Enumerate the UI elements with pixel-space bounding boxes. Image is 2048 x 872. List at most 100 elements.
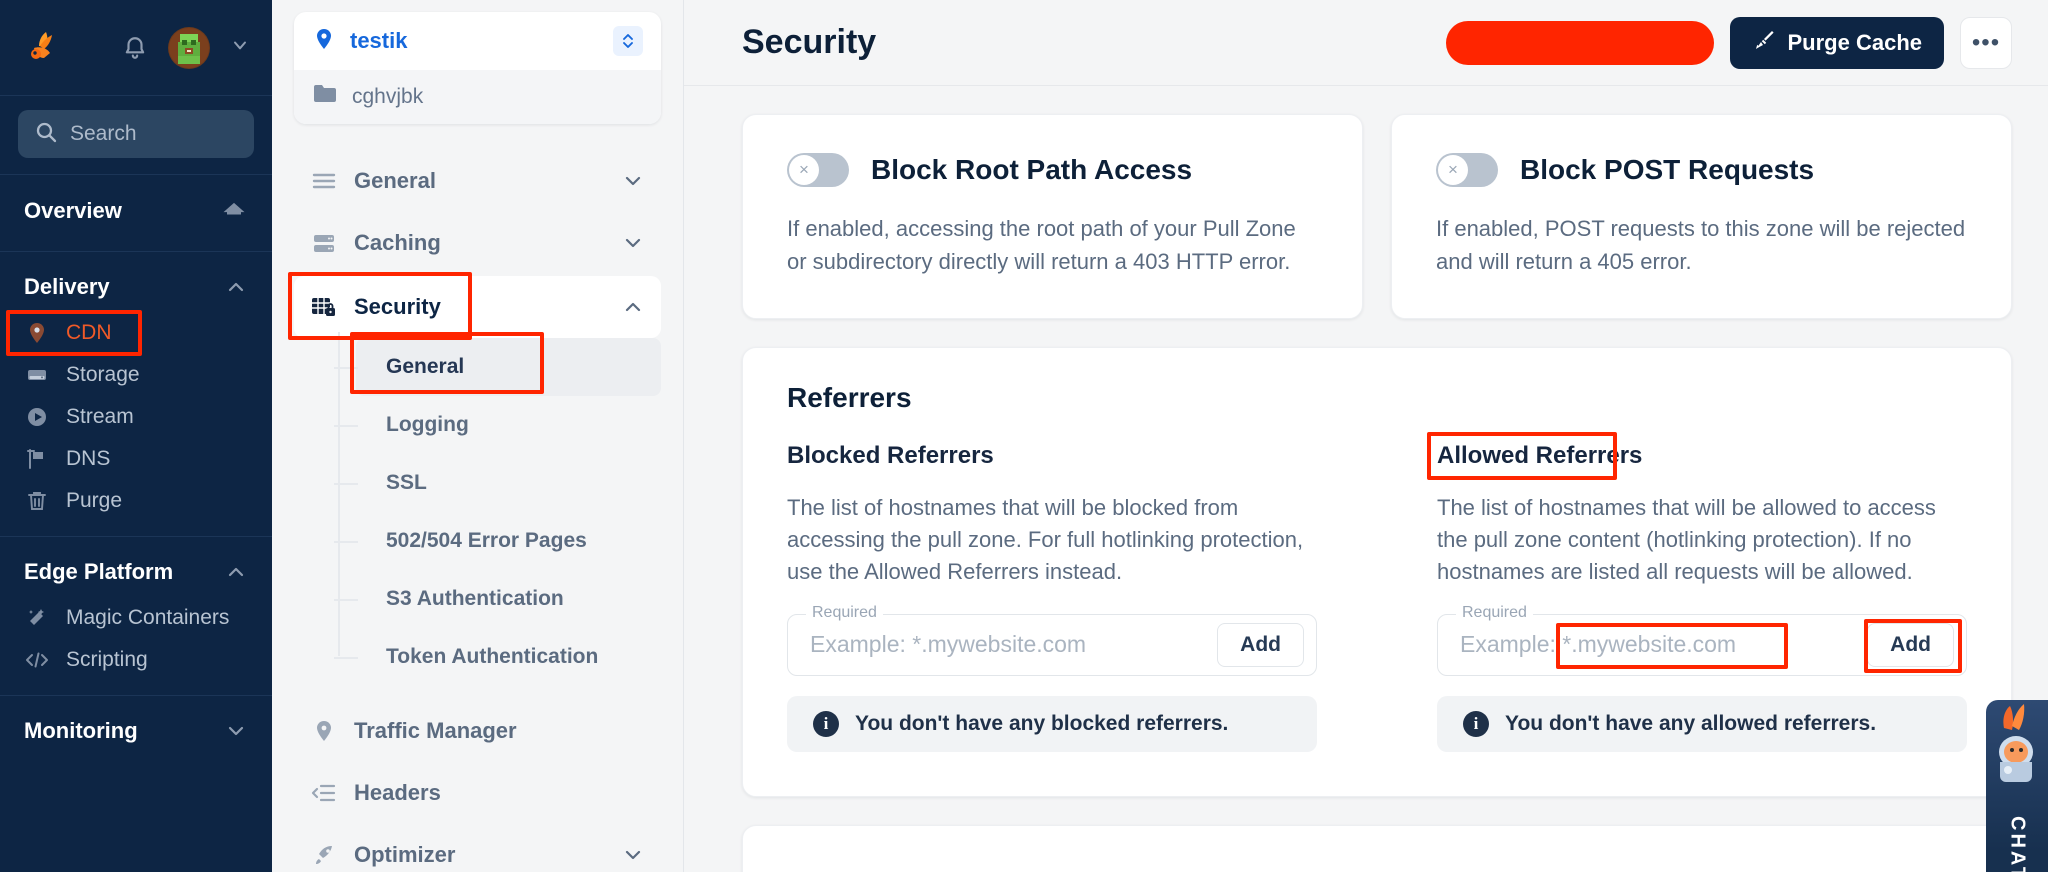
block-root-path-toggle[interactable]: × (787, 153, 849, 187)
sidebar-item-overview[interactable]: Overview (0, 183, 272, 237)
sidebar-item-stream[interactable]: Stream (0, 396, 272, 438)
account-chevron-down-icon[interactable] (230, 35, 250, 60)
blocked-referrers-column: Blocked Referrers The list of hostnames … (787, 442, 1317, 752)
chevron-down-icon[interactable] (621, 231, 645, 255)
sidebar-subitem-logging-label: Logging (386, 413, 469, 436)
sidebar-item-magic-containers[interactable]: Magic Containers (0, 597, 272, 639)
sidebar-group-monitoring-label: Monitoring (24, 718, 138, 743)
card-block-root-path: × Block Root Path Access If enabled, acc… (742, 114, 1363, 320)
sidebar-group-edge-platform[interactable]: Edge Platform (0, 545, 272, 597)
broom-icon (1752, 28, 1776, 58)
header-actions: Purge Cache ••• (1445, 16, 2012, 69)
play-circle-icon (24, 405, 50, 429)
bunny-logo[interactable] (22, 26, 66, 70)
toggle-knob: × (789, 155, 819, 185)
card-title: Block Root Path Access (871, 154, 1193, 185)
sidebar-subitem-s3-auth[interactable]: S3 Authentication (334, 570, 661, 628)
location-pin-icon (24, 321, 50, 345)
main-header: Security Purge Cache ••• (684, 0, 2048, 86)
folder-icon (312, 83, 338, 111)
nav-item-caching[interactable]: Caching (294, 212, 661, 274)
info-icon: i (813, 710, 839, 737)
bell-icon[interactable] (122, 34, 148, 62)
nav-item-general[interactable]: General (294, 150, 661, 212)
chevron-up-icon[interactable] (224, 275, 248, 299)
nav-item-headers[interactable]: Headers (294, 762, 661, 824)
nav-item-optimizer-label: Optimizer (354, 842, 456, 867)
chevron-down-icon[interactable] (224, 719, 248, 743)
chat-widget[interactable]: CHAT (1986, 700, 2048, 872)
chevron-up-icon[interactable] (224, 560, 248, 584)
sidebar-item-dns[interactable]: DNS (0, 438, 272, 480)
blocked-referrers-legend: Required (806, 603, 883, 622)
allowed-referrers-heading: Allowed Referrers (1427, 432, 1642, 481)
tree-stub (334, 367, 358, 369)
block-post-requests-toggle[interactable]: × (1436, 153, 1498, 187)
sidebar-subitem-error-pages[interactable]: 502/504 Error Pages (334, 512, 661, 570)
blocked-referrers-add-button[interactable]: Add (1217, 622, 1304, 667)
sidebar-item-magic-containers-label: Magic Containers (66, 606, 230, 629)
zone-selector[interactable]: testik (294, 12, 661, 70)
sidebar-subitem-token-auth[interactable]: Token Authentication (334, 628, 661, 686)
allowed-referrers-field[interactable]: Required Example: *.mywebsite.com Add (1437, 603, 1967, 676)
sidebar-item-cdn-label: CDN (66, 321, 112, 344)
sidebar-item-purge[interactable]: Purge (0, 480, 272, 522)
nav-item-traffic-manager[interactable]: Traffic Manager (294, 700, 661, 762)
sidebar-section-overview: Overview (0, 175, 272, 252)
chevron-down-icon[interactable] (621, 843, 645, 867)
nav-item-caching-label: Caching (354, 230, 441, 255)
blocked-referrers-notice-text: You don't have any blocked referrers. (855, 711, 1229, 735)
blocked-referrers-input-placeholder[interactable]: Example: *.mywebsite.com (810, 631, 1086, 658)
toggle-row: × Block Root Path Access (787, 153, 1318, 187)
tree-stub (334, 425, 358, 427)
sidebar-item-cdn[interactable]: CDN (0, 310, 272, 356)
sidebar-subitem-error-pages-label: 502/504 Error Pages (386, 529, 587, 552)
allowed-referrers-notice: i You don't have any allowed referrers. (1437, 695, 1967, 752)
allowed-referrers-add-button[interactable]: Add (1867, 622, 1954, 667)
headers-icon (310, 782, 338, 804)
chevron-up-icon[interactable] (621, 295, 645, 319)
sidebar-subitem-general[interactable]: General (334, 332, 661, 396)
sidebar-top-bar (0, 0, 272, 96)
nav-item-security[interactable]: Security (288, 272, 661, 340)
nav-item-optimizer[interactable]: Optimizer (294, 824, 661, 872)
home-icon (220, 197, 248, 225)
redacted-bar (1445, 20, 1714, 65)
list-lines-icon (310, 170, 338, 192)
ellipsis-icon: ••• (1971, 28, 2001, 56)
purge-cache-button[interactable]: Purge Cache (1729, 16, 1944, 69)
sidebar-group-delivery[interactable]: Delivery (0, 260, 272, 312)
location-pin-icon (312, 26, 336, 57)
sidebar-group-monitoring[interactable]: Monitoring (0, 704, 272, 756)
zone-subitem[interactable]: cghvjbk (294, 70, 661, 124)
chevron-updown-icon[interactable] (613, 26, 643, 56)
more-options-button[interactable]: ••• (1960, 16, 2012, 69)
security-subitems: General Logging SSL 502/504 Error Pages … (294, 332, 661, 686)
allowed-referrers-legend: Required (1456, 603, 1533, 622)
search-input[interactable]: Search (18, 110, 254, 158)
server-stack-icon (310, 231, 338, 255)
sidebar-subitem-ssl-label: SSL (386, 471, 427, 494)
toggle-row: × Block POST Requests (1436, 153, 1967, 187)
search-icon (34, 120, 58, 149)
blocked-referrers-notice: i You don't have any blocked referrers. (787, 695, 1317, 752)
storage-icon (24, 363, 50, 387)
sidebar-overview-label: Overview (24, 198, 122, 223)
magic-wand-icon (24, 606, 50, 630)
chevron-down-icon[interactable] (621, 169, 645, 193)
sidebar-item-storage[interactable]: Storage (0, 354, 272, 396)
avatar[interactable] (168, 26, 210, 69)
sidebar-subitem-ssl[interactable]: SSL (334, 454, 661, 512)
sidebar-section-monitoring: Monitoring (0, 696, 272, 770)
purge-cache-label: Purge Cache (1787, 29, 1923, 55)
sidebar-section-delivery: Delivery CDN Storage Stream DNS Purge (0, 252, 272, 537)
tree-connector-line (338, 332, 340, 656)
card-title: Block POST Requests (1520, 154, 1815, 185)
allowed-referrers-input-placeholder[interactable]: Example: *.mywebsite.com (1460, 631, 1736, 658)
sidebar-item-dns-label: DNS (66, 447, 111, 470)
zone-name: testik (350, 28, 408, 53)
tree-stub (334, 541, 358, 543)
sidebar-subitem-logging[interactable]: Logging (334, 396, 661, 454)
sidebar-item-scripting[interactable]: Scripting (0, 639, 272, 681)
blocked-referrers-field[interactable]: Required Example: *.mywebsite.com Add (787, 603, 1317, 676)
